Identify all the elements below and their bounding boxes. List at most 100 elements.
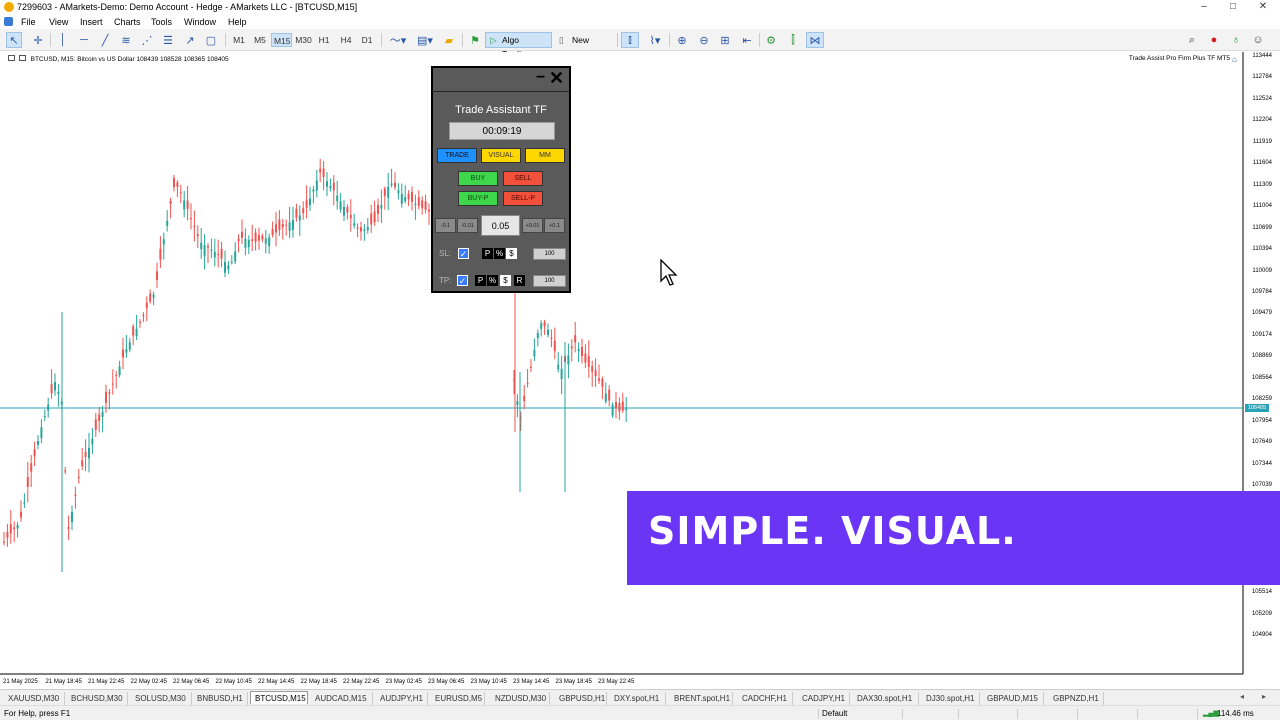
vertical-line-icon[interactable]: │ [55, 32, 71, 48]
signals-icon[interactable]: ♁ [1228, 32, 1244, 48]
symbol-tab[interactable]: SOLUSD,M30 [131, 692, 192, 705]
sl-checkbox[interactable]: ✓ [458, 248, 469, 259]
sl-mode-points[interactable]: P [482, 248, 493, 259]
arrow-icon[interactable]: ↗ [182, 32, 198, 48]
tab-mm[interactable]: MM [525, 148, 565, 163]
sell-button[interactable]: SELL [503, 171, 543, 186]
chart-menu-icon[interactable] [8, 55, 15, 61]
timeframe-m30[interactable]: M30 [293, 33, 314, 47]
tab-trade[interactable]: TRADE [437, 148, 477, 163]
vps-icon[interactable]: ⫿ [785, 32, 801, 48]
chart-symbol-icon[interactable] [18, 55, 26, 61]
menu-view[interactable]: View [49, 17, 68, 27]
symbol-tab[interactable]: CADCHF,H1 [738, 692, 793, 705]
indicators-icon[interactable]: 〜▾ [386, 32, 410, 48]
symbol-tab[interactable]: BCHUSD,M30 [67, 692, 128, 705]
symbol-tab[interactable]: GBPAUD,M15 [983, 692, 1044, 705]
menu-charts[interactable]: Charts [114, 17, 141, 27]
symbol-tab[interactable]: DAX30.spot,H1 [853, 692, 919, 705]
trade-assistant-panel[interactable]: − ✕ Trade Assistant TF 00:09:19 TRADE VI… [431, 66, 571, 293]
sell-pending-button[interactable]: SELL-P [503, 191, 543, 206]
close-window-button[interactable]: ✕ [1248, 0, 1278, 15]
symbol-tab[interactable]: EURUSD,M5 [431, 692, 485, 705]
panel-header[interactable]: − ✕ [433, 68, 569, 92]
panel-minimize-icon[interactable]: − [536, 70, 545, 86]
sl-value-input[interactable]: 100 [533, 248, 566, 260]
zoom-in-icon[interactable]: ⊕ [674, 32, 690, 48]
symbol-tab[interactable]: BRENT.spot,H1 [670, 692, 733, 705]
candles-icon[interactable]: ⫾ [621, 32, 639, 48]
tp-checkbox[interactable]: ✓ [457, 275, 468, 286]
shapes-icon[interactable]: ▢ [203, 32, 219, 48]
scroll-end-icon[interactable]: ⇤ [739, 32, 755, 48]
menu-insert[interactable]: Insert [80, 17, 103, 27]
trendline-icon[interactable]: ╱ [97, 32, 113, 48]
new-order-button[interactable]: ▯ New Order [556, 32, 614, 61]
sl-mode-percent[interactable]: % [494, 248, 505, 259]
menu-tools[interactable]: Tools [151, 17, 172, 27]
notifications-icon[interactable]: ● [1206, 32, 1222, 48]
algo-trading-button[interactable]: ▷ Algo Trading [485, 32, 552, 59]
menu-file[interactable]: File [21, 17, 36, 27]
symbol-tab[interactable]: AUDCAD,M15 [311, 692, 373, 705]
minimize-button[interactable]: – [1189, 0, 1219, 15]
menu-help[interactable]: Help [228, 17, 247, 27]
timeframe-h1[interactable]: H1 [316, 33, 332, 47]
tp-mode-money[interactable]: $ [500, 275, 511, 286]
lot-minus-0-01-button[interactable]: -0.01 [457, 218, 478, 233]
folder-icon[interactable]: ▰ [441, 32, 457, 48]
sl-mode-money[interactable]: $ [506, 248, 517, 259]
lot-size-input[interactable]: 0.05 [481, 215, 520, 236]
symbol-tab[interactable]: DXY.spot,H1 [610, 692, 666, 705]
tp-mode-percent[interactable]: % [487, 275, 498, 286]
symbol-tab[interactable]: NZDUSD,M30 [491, 692, 550, 705]
fibonacci-icon[interactable]: ≋ [118, 32, 134, 48]
symbol-tab[interactable]: DJ30.spot,H1 [922, 692, 980, 705]
symbol-tab[interactable]: XAUUSD,M30 [4, 692, 65, 705]
account-icon[interactable]: ☺ [1250, 32, 1266, 48]
templates-icon[interactable]: ▤▾ [413, 32, 437, 48]
chart-type-icon[interactable]: ⌇▾ [644, 32, 666, 48]
channel-icon[interactable]: ☰ [160, 32, 176, 48]
candle-body [591, 366, 594, 372]
price-chart[interactable]: BTCUSD, M15: Bitcoin vs US Dollar 108439… [0, 52, 1280, 689]
symbol-tab[interactable]: AUDJPY,H1 [376, 692, 428, 705]
buy-button[interactable]: BUY [458, 171, 498, 186]
tp-mode-ratio[interactable]: R [514, 275, 525, 286]
tab-scroll-left-icon[interactable]: ◂ [1240, 692, 1244, 701]
timeframe-m5[interactable]: M5 [252, 33, 268, 47]
horizontal-line-icon[interactable]: ─ [76, 32, 92, 48]
menu-window[interactable]: Window [184, 17, 216, 27]
timeframe-m15[interactable]: M15 [271, 33, 292, 47]
settings-icon[interactable]: ⚙ [763, 32, 779, 48]
symbol-tab[interactable]: GBPNZD,H1 [1049, 692, 1104, 705]
time-axis-label: 22 May 18:45 [300, 679, 337, 685]
symbol-tab[interactable]: GBPUSD,H1 [555, 692, 607, 705]
timeframe-m1[interactable]: M1 [231, 33, 247, 47]
panel-close-icon[interactable]: ✕ [549, 69, 564, 87]
symbol-tab[interactable]: BNBUSD,H1 [193, 692, 248, 705]
zoom-out-icon[interactable]: ⊖ [696, 32, 712, 48]
timeframe-d1[interactable]: D1 [359, 33, 375, 47]
tab-scroll-right-icon[interactable]: ▸ [1262, 692, 1266, 701]
tp-mode-points[interactable]: P [475, 275, 486, 286]
cursor-tool-icon[interactable]: ↖ [6, 32, 22, 48]
one-click-trading-icon[interactable]: ⋈ [806, 32, 824, 48]
lot-minus-0-1-button[interactable]: -0.1 [435, 218, 456, 233]
candle-body [118, 366, 121, 376]
buy-pending-button[interactable]: BUY-P [458, 191, 498, 206]
symbol-tab-active[interactable]: BTCUSD,M15 [250, 691, 308, 704]
search-icon[interactable]: ⌕ [1184, 32, 1200, 48]
lot-plus-0-1-button[interactable]: +0.1 [544, 218, 565, 233]
strategy-tester-icon[interactable]: ⚑ [467, 32, 483, 48]
crosshair-icon[interactable]: ✛ [30, 32, 46, 48]
symbol-tab[interactable]: CADJPY,H1 [798, 692, 850, 705]
maximize-button[interactable]: □ [1218, 0, 1248, 15]
candle-body [159, 248, 162, 260]
tab-visual[interactable]: VISUAL [481, 148, 521, 163]
grid-icon[interactable]: ⊞ [717, 32, 733, 48]
lot-plus-0-01-button[interactable]: +0.01 [522, 218, 543, 233]
timeframe-h4[interactable]: H4 [338, 33, 354, 47]
tp-value-input[interactable]: 100 [533, 275, 566, 287]
pitchfork-icon[interactable]: ⋰ [139, 32, 155, 48]
